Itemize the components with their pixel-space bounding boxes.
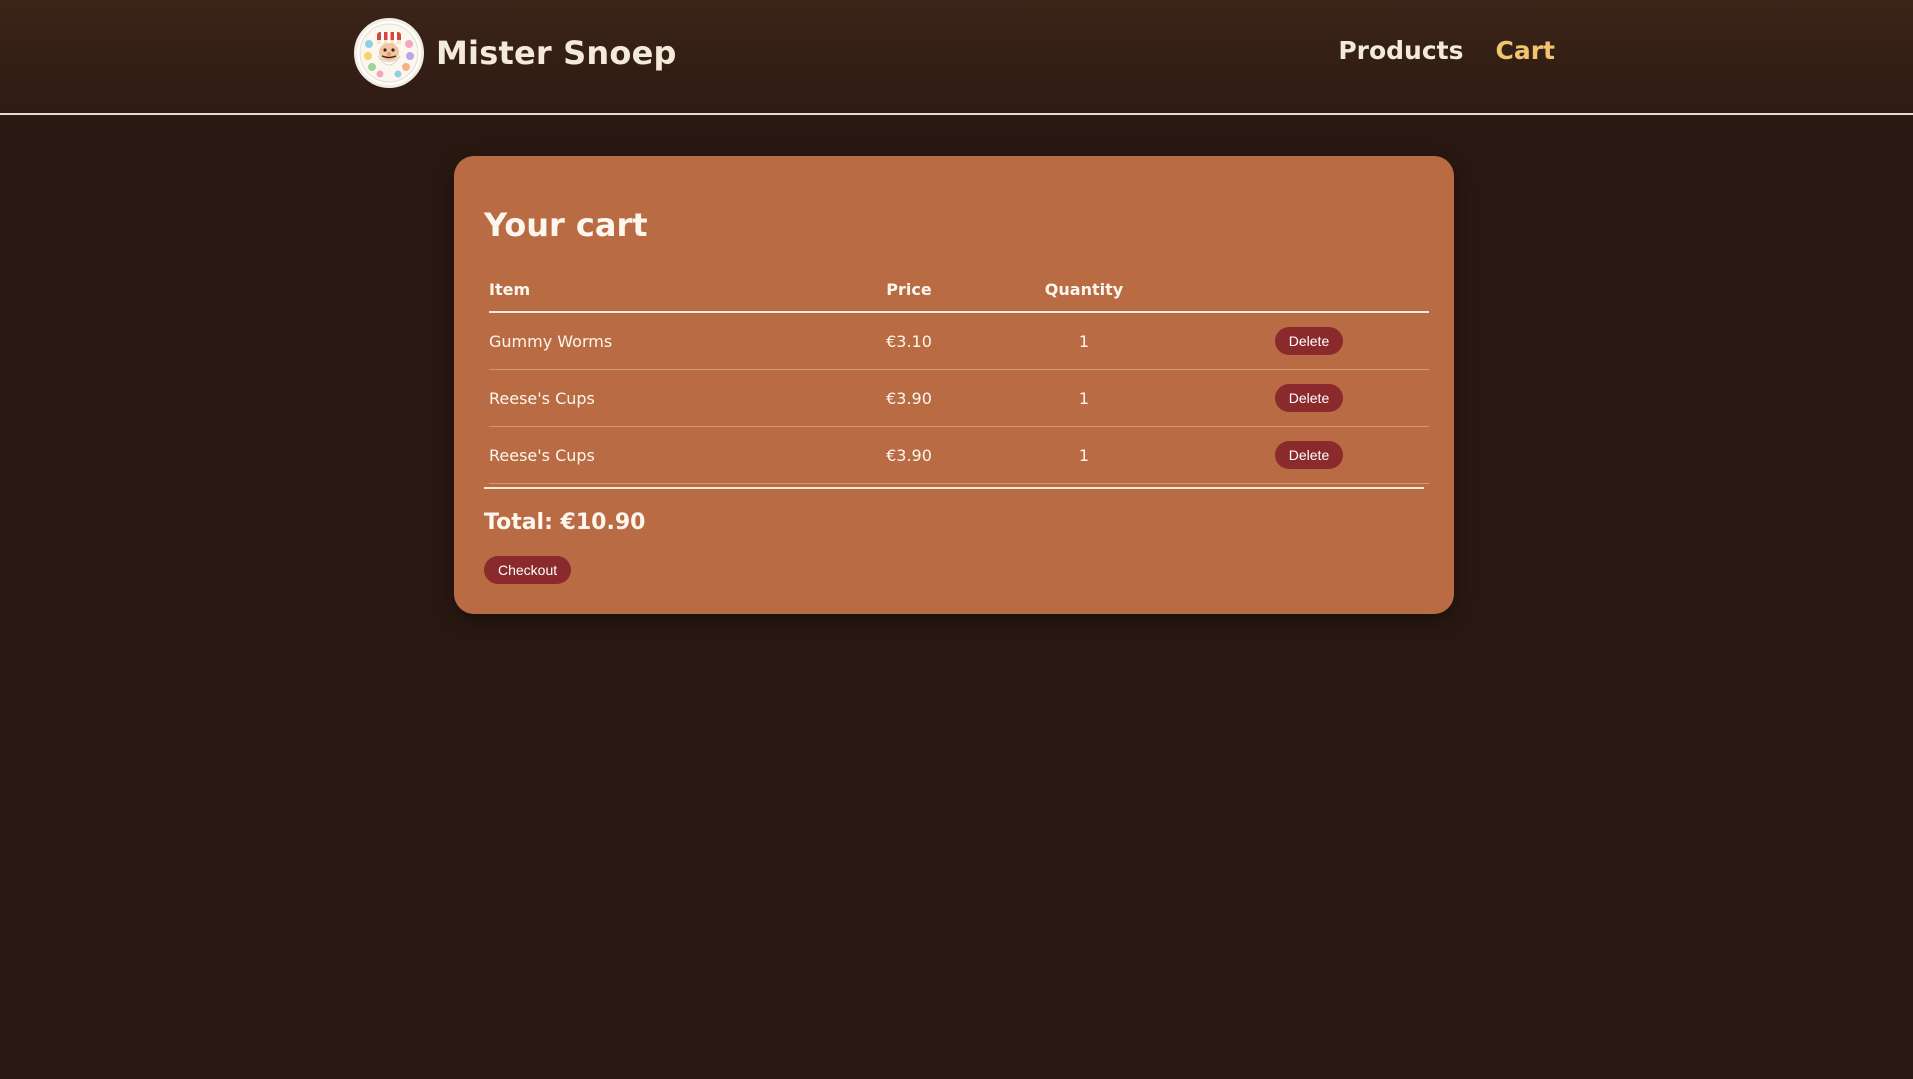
main-nav: Products Cart bbox=[1338, 36, 1555, 65]
table-row: Reese's Cups €3.90 1 Delete bbox=[489, 369, 1429, 427]
cart-table: Item Price Quantity Gummy Worms €3.10 1 … bbox=[489, 268, 1429, 484]
delete-button[interactable]: Delete bbox=[1274, 384, 1344, 412]
mascot-logo-icon bbox=[354, 18, 424, 88]
delete-button[interactable]: Delete bbox=[1274, 441, 1344, 469]
cart-item-action-cell: Delete bbox=[1189, 312, 1429, 370]
brand-link[interactable]: Mister Snoep bbox=[354, 18, 677, 88]
cart-item-price: €3.90 bbox=[839, 369, 979, 427]
delete-button[interactable]: Delete bbox=[1274, 327, 1344, 355]
column-header-price: Price bbox=[839, 268, 979, 313]
page-title: Your cart bbox=[484, 206, 648, 244]
cart-item-name: Gummy Worms bbox=[489, 312, 839, 370]
cart-item-price: €3.90 bbox=[839, 426, 979, 484]
column-header-quantity: Quantity bbox=[979, 268, 1189, 313]
column-header-action bbox=[1189, 268, 1429, 313]
brand-name: Mister Snoep bbox=[436, 34, 677, 72]
cart-item-quantity: 1 bbox=[979, 426, 1189, 484]
total-divider bbox=[484, 487, 1424, 489]
table-row: Gummy Worms €3.10 1 Delete bbox=[489, 312, 1429, 370]
cart-card: Your cart Item Price Quantity Gummy Worm… bbox=[454, 156, 1454, 614]
cart-item-name: Reese's Cups bbox=[489, 426, 839, 484]
cart-item-action-cell: Delete bbox=[1189, 426, 1429, 484]
table-header-row: Item Price Quantity bbox=[489, 268, 1429, 313]
checkout-button[interactable]: Checkout bbox=[484, 556, 572, 584]
cart-item-name: Reese's Cups bbox=[489, 369, 839, 427]
column-header-item: Item bbox=[489, 268, 839, 313]
cart-item-quantity: 1 bbox=[979, 312, 1189, 370]
cart-total: Total: €10.90 bbox=[484, 510, 646, 535]
cart-item-price: €3.10 bbox=[839, 312, 979, 370]
table-row: Reese's Cups €3.90 1 Delete bbox=[489, 426, 1429, 484]
site-header: Mister Snoep Products Cart bbox=[0, 0, 1913, 115]
nav-products-link[interactable]: Products bbox=[1338, 36, 1463, 65]
nav-cart-link[interactable]: Cart bbox=[1496, 36, 1556, 65]
cart-item-quantity: 1 bbox=[979, 369, 1189, 427]
cart-item-action-cell: Delete bbox=[1189, 369, 1429, 427]
